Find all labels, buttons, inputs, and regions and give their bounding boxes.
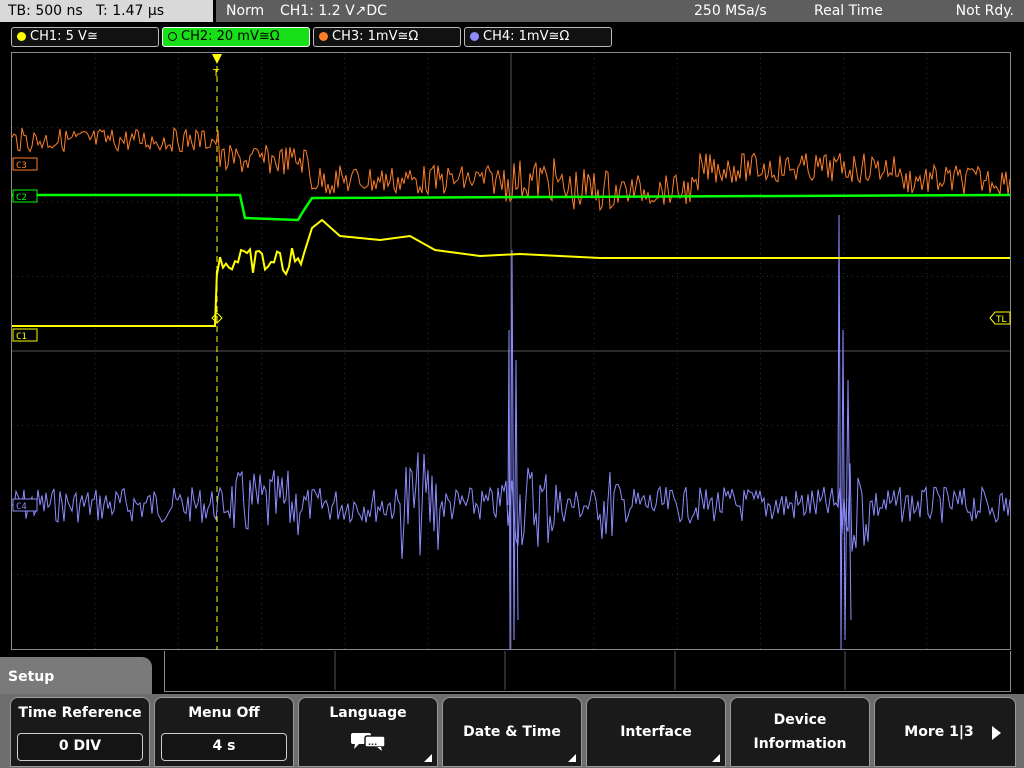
ch4-spike-2 (837, 214, 852, 651)
trigger-position-marker (212, 54, 222, 64)
more-softkey[interactable]: More 1|3 (874, 697, 1016, 767)
device-information-softkey[interactable]: Device Information (730, 697, 870, 767)
menu-off-softkey[interactable]: Menu Off 4 s (154, 697, 294, 767)
more-label: More 1|3 (904, 724, 974, 740)
date-time-softkey[interactable]: Date & Time (442, 697, 582, 767)
trigger-position-label: T (212, 68, 220, 79)
ch2-marker-label: C2 (16, 193, 27, 203)
submenu-indicator-icon (568, 754, 576, 762)
time-reference-label: Time Reference (18, 705, 142, 721)
ch4-spike-1 (507, 249, 519, 651)
submenu-indicator-icon (424, 754, 432, 762)
interface-label: Interface (620, 724, 692, 740)
device-information-label-2: Information (753, 736, 847, 752)
menu-off-label: Menu Off (188, 705, 260, 721)
svg-text:...: ... (368, 738, 377, 747)
speech-bubbles-icon: ... (351, 733, 386, 751)
lower-display-area (164, 651, 1011, 692)
ch1-marker-label: C1 (16, 332, 27, 342)
language-label: Language (329, 705, 407, 721)
interface-softkey[interactable]: Interface (586, 697, 726, 767)
language-softkey[interactable]: Language ... (298, 697, 438, 767)
time-reference-value: 0 DIV (17, 733, 143, 761)
menu-off-value: 4 s (161, 733, 287, 761)
time-reference-softkey[interactable]: Time Reference 0 DIV (10, 697, 150, 767)
ch3-marker-label: C3 (16, 161, 27, 171)
submenu-indicator-icon (712, 754, 720, 762)
device-information-label-1: Device (773, 712, 827, 728)
menu-title: Setup (0, 657, 152, 697)
date-time-label: Date & Time (463, 724, 561, 740)
ch4-marker-label: C4 (16, 502, 27, 512)
next-page-arrow-icon (992, 726, 1001, 740)
trigger-level-label: TL (996, 315, 1007, 325)
